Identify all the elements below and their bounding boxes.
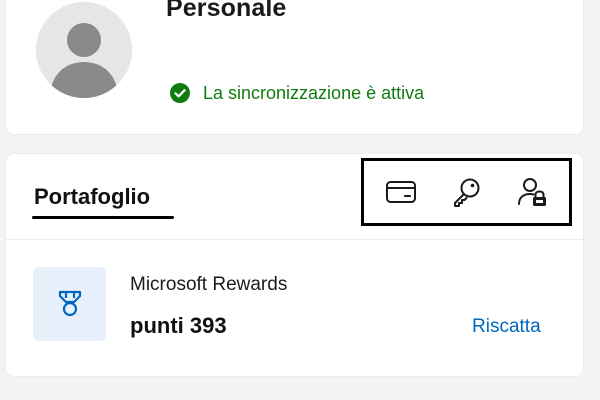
sync-status: La sincronizzazione è attiva (169, 82, 424, 104)
person-lock-icon (518, 178, 547, 206)
rewards-points: punti 393 (130, 313, 227, 338)
profile-name: Personale (166, 0, 287, 22)
tab-wallet-underline (32, 216, 174, 219)
page: Personale La sincronizzazione è attiva P… (0, 0, 600, 400)
tab-wallet[interactable]: Portafoglio (34, 184, 150, 210)
check-circle-icon (169, 82, 191, 104)
avatar[interactable] (36, 2, 132, 98)
rewards-item: Microsoft Rewards punti 393 Riscatta (6, 240, 583, 376)
redeem-link[interactable]: Riscatta (472, 316, 541, 338)
rewards-title: Microsoft Rewards (130, 274, 288, 295)
profile-card: Personale La sincronizzazione è attiva (6, 0, 583, 134)
credit-card-icon (385, 181, 416, 203)
personal-info-button[interactable] (512, 172, 552, 212)
wallet-header: Portafoglio (6, 154, 583, 240)
passwords-button[interactable] (446, 172, 486, 212)
wallet-card: Portafoglio Microsoft Rewards punti 393 … (6, 154, 583, 376)
person-silhouette-icon (36, 2, 132, 98)
rewards-tile (33, 267, 106, 341)
key-icon (454, 178, 480, 207)
sync-status-text: La sincronizzazione è attiva (203, 82, 425, 103)
medal-icon (58, 290, 81, 317)
wallet-actions (361, 158, 572, 226)
payment-methods-button[interactable] (381, 172, 421, 212)
